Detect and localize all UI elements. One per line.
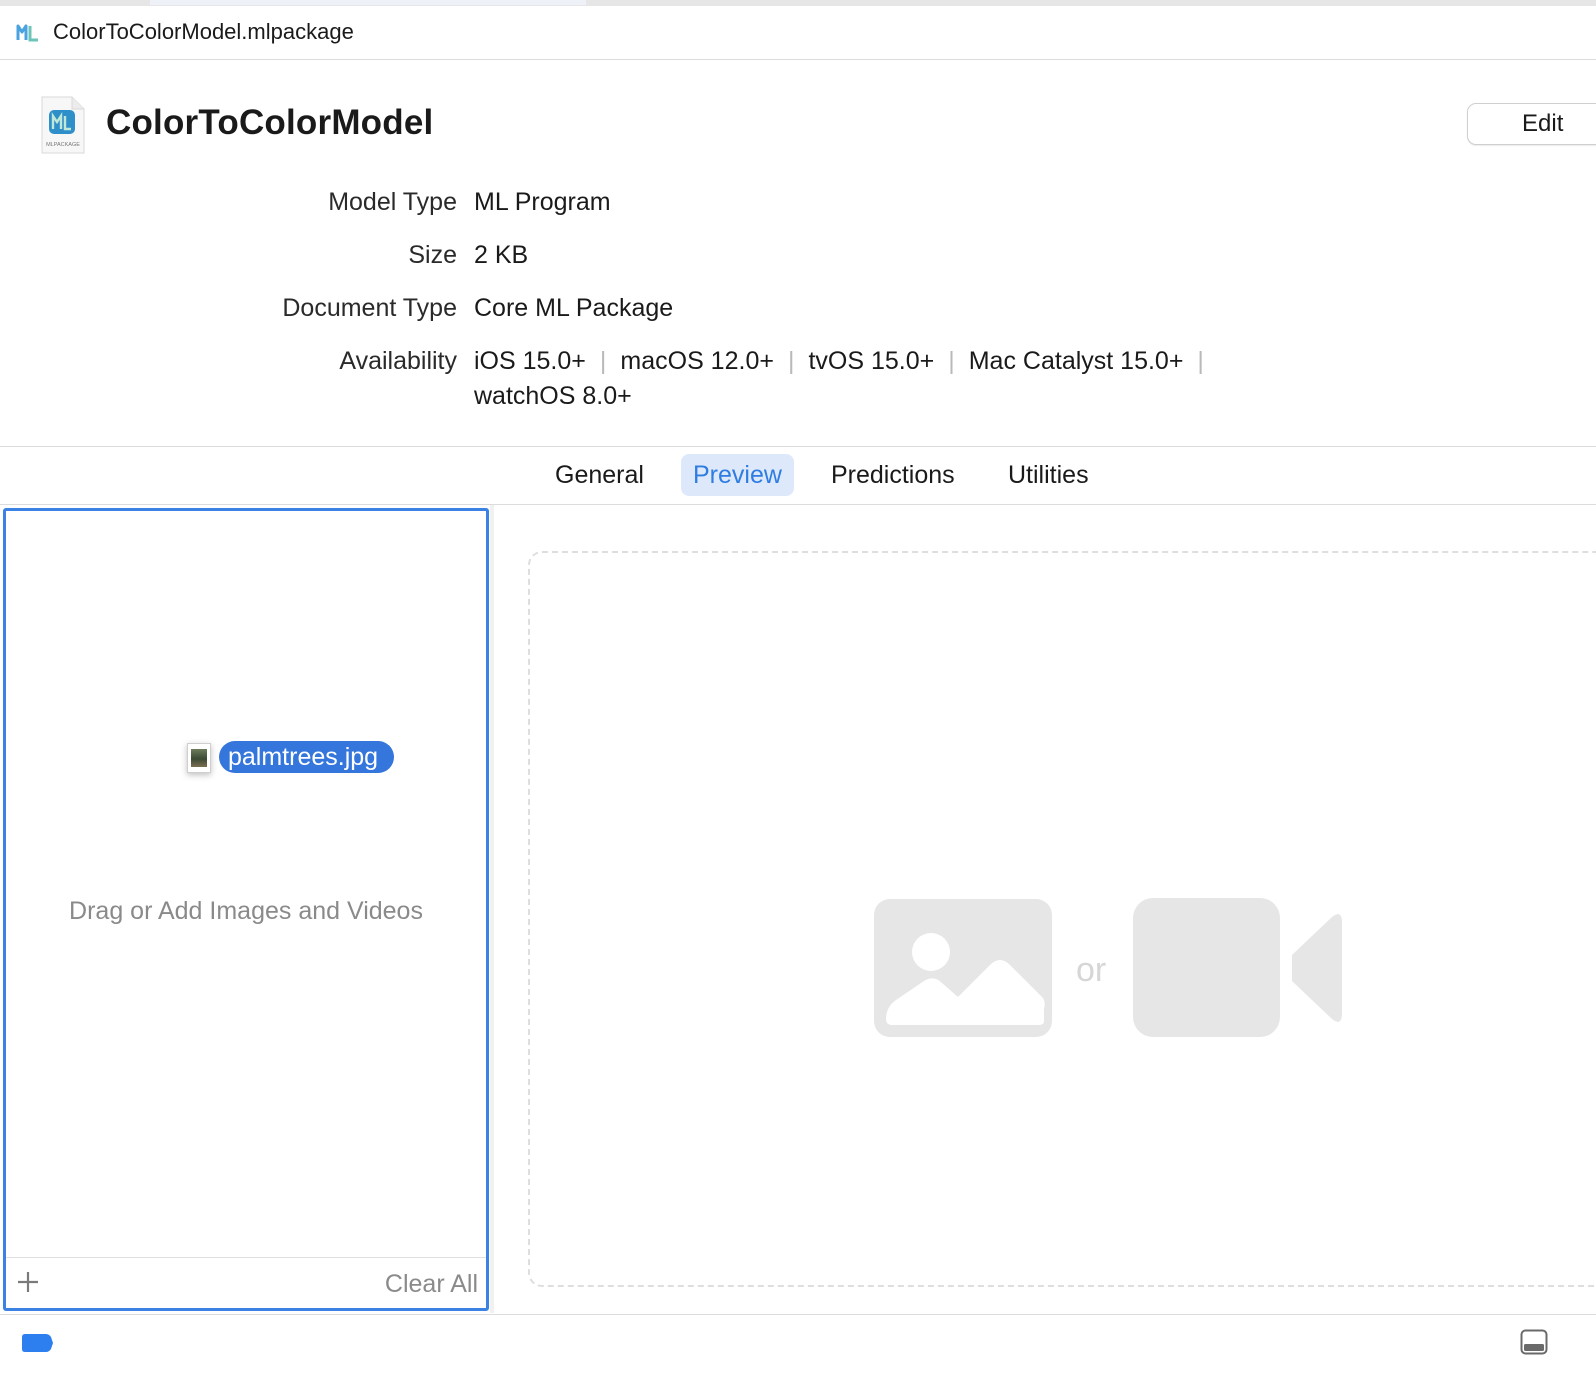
or-separator-text: or (1076, 951, 1107, 989)
separator: | (787, 347, 795, 375)
dragged-file-name: palmtrees.jpg (219, 741, 395, 773)
separator: | (1197, 347, 1204, 375)
size-label: Size (408, 241, 457, 269)
tag-icon[interactable] (20, 1333, 54, 1353)
availability-macos: macOS 12.0+ (620, 347, 774, 375)
tab-preview[interactable]: Preview (681, 454, 794, 496)
video-camera-icon (1133, 898, 1342, 1037)
dragged-file[interactable]: palmtrees.jpg (182, 739, 412, 779)
availability-tvos: tvOS 15.0+ (808, 347, 935, 375)
image-or-video-placeholder (874, 898, 1342, 1037)
clear-all-button[interactable]: Clear All (385, 1270, 478, 1299)
toggle-panel-icon[interactable] (1520, 1329, 1548, 1355)
input-drop-list[interactable]: Drag or Add Images and Videos Clear All (3, 508, 489, 1311)
model-type-label: Model Type (328, 188, 457, 216)
photo-icon (874, 899, 1052, 1037)
availability-list-line2: watchOS 8.0+ (474, 382, 632, 411)
document-type-value: Core ML Package (474, 294, 674, 322)
tab-utilities[interactable]: Utilities (996, 454, 1101, 496)
header-divider (0, 446, 1596, 447)
image-thumbnail (191, 749, 207, 767)
preview-drop-zone[interactable]: or (528, 551, 1596, 1287)
model-type-value: ML Program (474, 188, 611, 216)
size-value: 2 KB (474, 241, 529, 269)
separator: | (948, 347, 955, 375)
editor-tab-title[interactable]: ColorToColorModel.mlpackage (53, 19, 354, 45)
mlpackage-document-icon: MLPACKAGE (41, 96, 85, 154)
edit-button[interactable]: Edit (1467, 103, 1596, 145)
separator: | (599, 347, 607, 375)
model-header: MLPACKAGE ColorToColorModel Edit Model T… (0, 61, 1596, 447)
availability-mac-catalyst: Mac Catalyst 15.0+ (968, 347, 1184, 375)
tab-general[interactable]: General (543, 454, 656, 496)
tab-strip-active[interactable] (150, 0, 586, 5)
availability-ios: iOS 15.0+ (474, 347, 586, 375)
availability-label: Availability (339, 347, 457, 375)
doc-icon-caption: MLPACKAGE (46, 142, 80, 148)
drop-hint: Drag or Add Images and Videos (69, 897, 423, 925)
mlmodel-icon (16, 24, 38, 42)
image-file-icon (187, 743, 211, 773)
status-bar (0, 1314, 1596, 1388)
add-icon[interactable] (14, 1268, 42, 1296)
model-title: ColorToColorModel (106, 103, 434, 142)
availability-watchos: watchOS 8.0+ (474, 382, 632, 410)
document-type-label: Document Type (282, 294, 457, 322)
availability-list: iOS 15.0+ | macOS 12.0+ | tvOS 15.0+ | Mac Cat… (474, 347, 1218, 376)
editor-tab-bar: ColorToColorModel.mlpackage (0, 6, 1596, 60)
input-list-footer: Clear All (6, 1257, 486, 1308)
tab-predictions[interactable]: Predictions (819, 454, 967, 496)
preview-area: or (494, 505, 1596, 1313)
